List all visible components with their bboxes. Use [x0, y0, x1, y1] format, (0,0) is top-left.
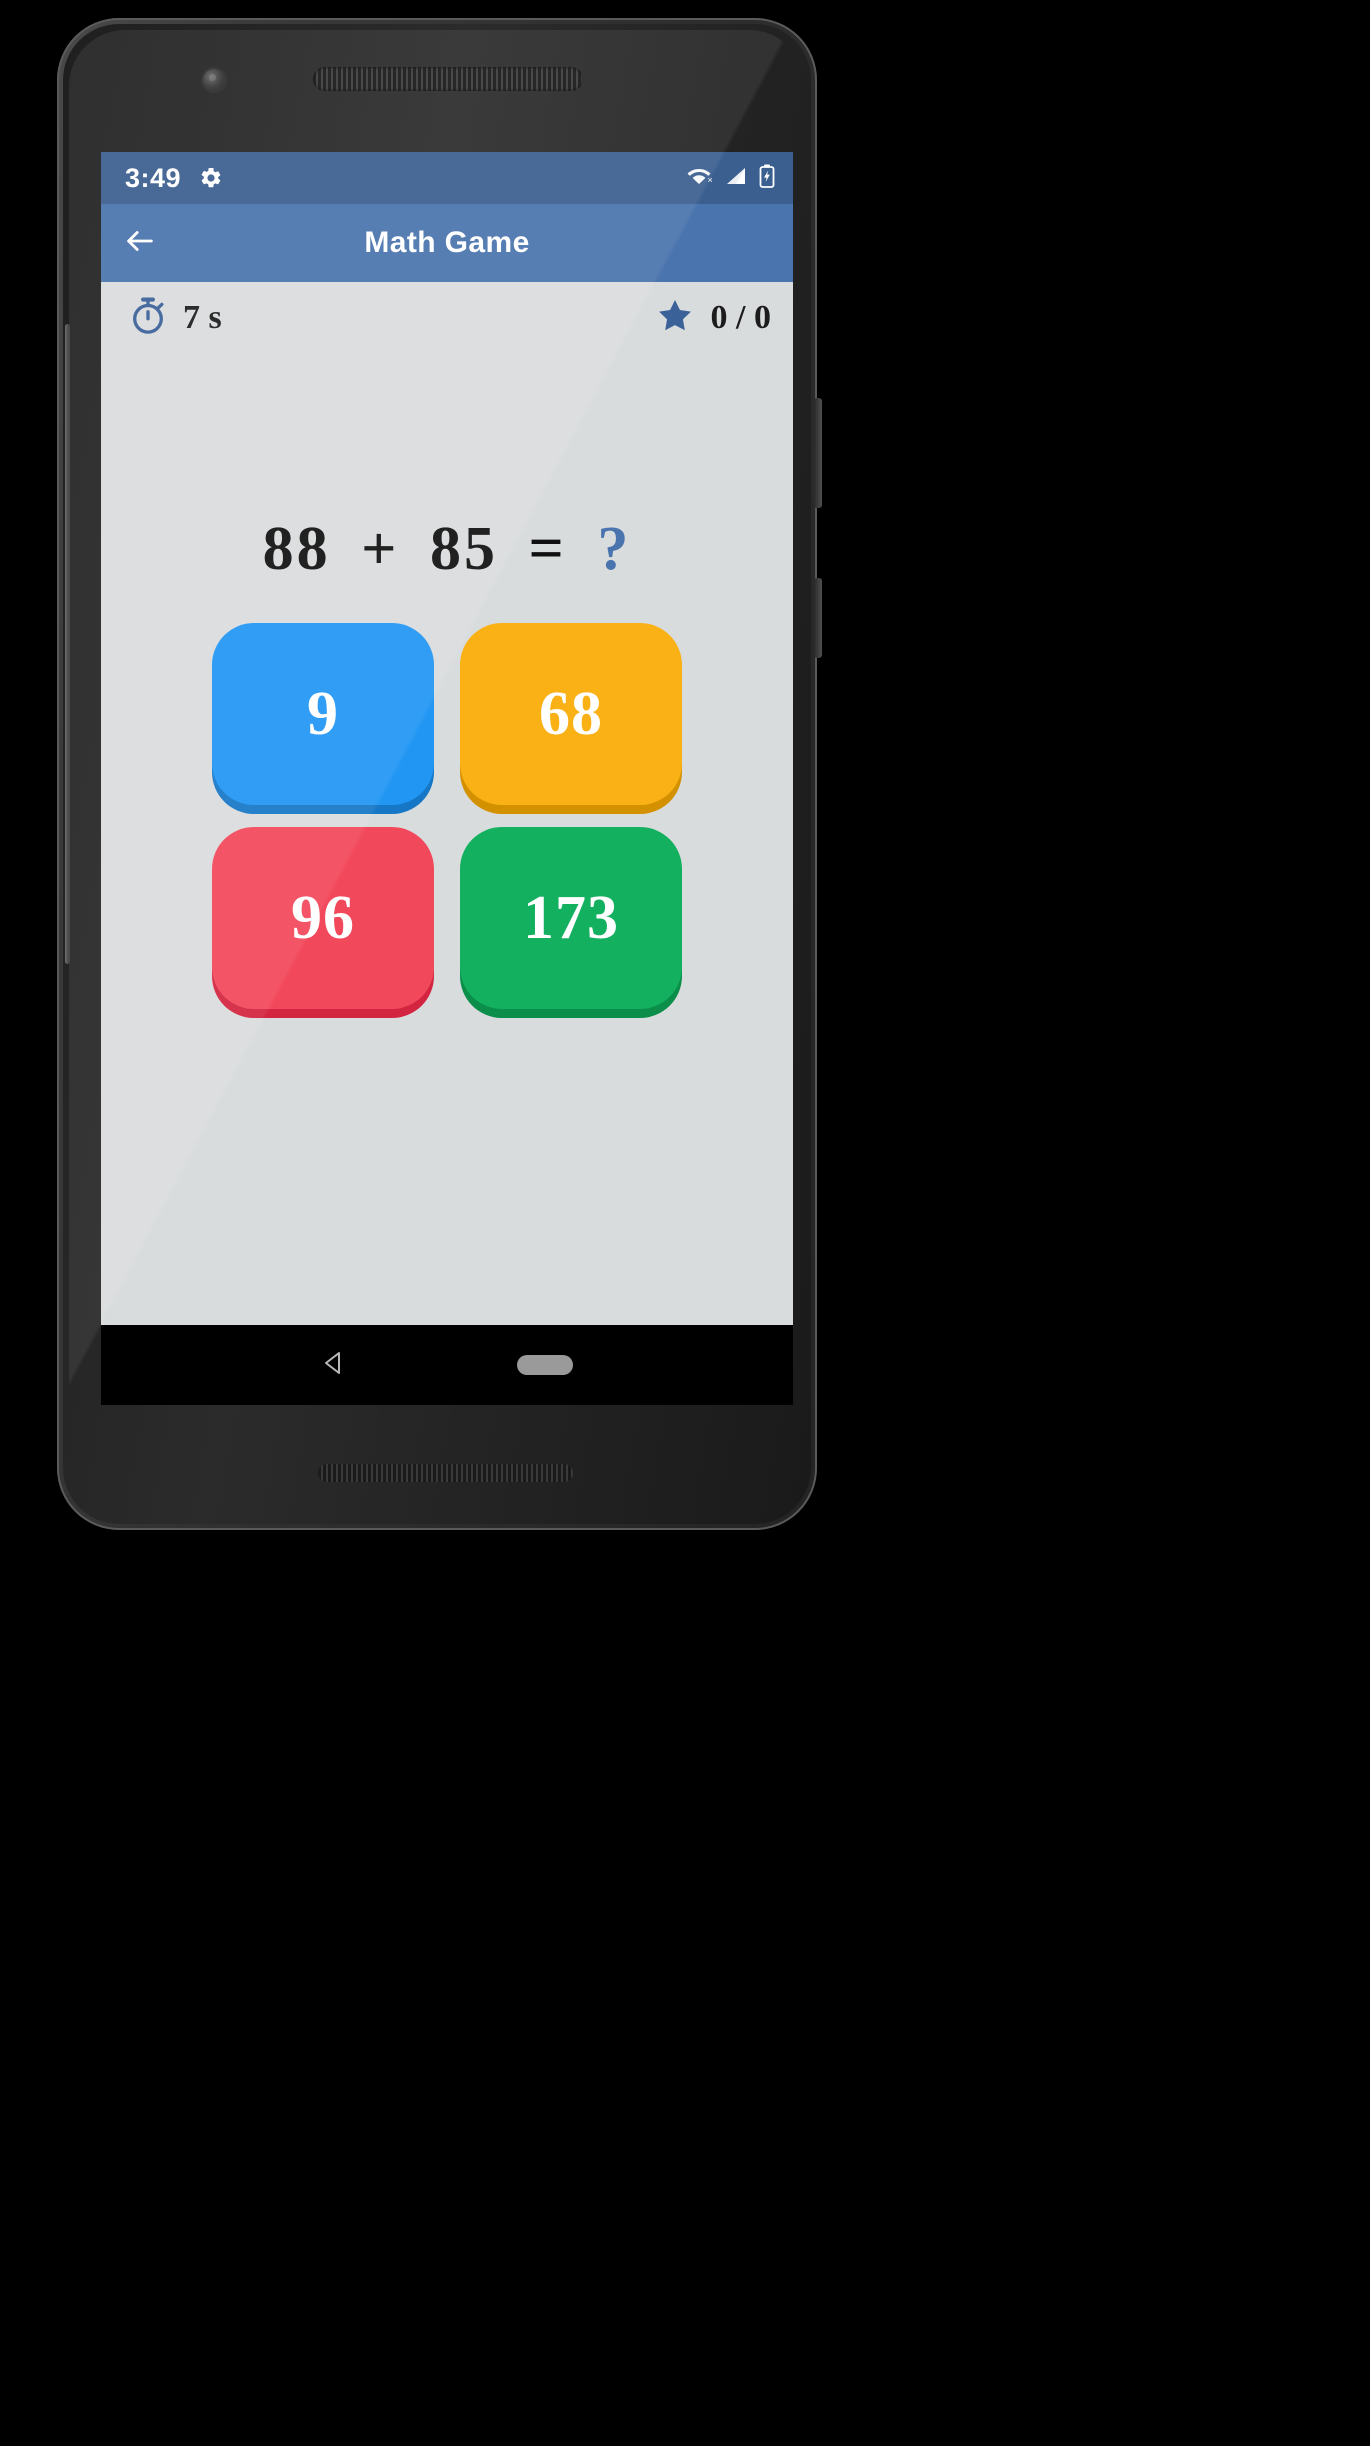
phone-body: 3:49 × Math Game 7 s 0 / 0 88 + 85 = ? 9…: [63, 24, 811, 1524]
timer-value: 7 s: [183, 299, 222, 336]
answer-tile-173[interactable]: 173: [460, 827, 682, 1009]
equation-operand-right: 85: [430, 515, 498, 583]
screenshot-root: 3:49 × Math Game 7 s 0 / 0 88 + 85 = ? 9…: [0, 0, 1370, 2446]
equation-unknown: ?: [597, 515, 632, 583]
status-bar-icons: ×: [687, 164, 775, 193]
game-area: 88 + 85 = ? 9 68 96 173: [101, 354, 793, 1405]
gear-icon: [199, 166, 223, 190]
phone-device: 3:49 × Math Game 7 s 0 / 0 88 + 85 = ? 9…: [57, 18, 822, 1530]
page-title: Math Game: [364, 226, 530, 259]
game-hud: 7 s 0 / 0: [101, 282, 793, 354]
front-camera-icon: [203, 69, 225, 91]
answer-tile-96[interactable]: 96: [212, 827, 434, 1009]
back-button[interactable]: [101, 204, 179, 282]
earpiece-speaker-icon: [313, 67, 583, 91]
score-group: 0 / 0: [655, 296, 771, 341]
stopwatch-icon: [127, 295, 169, 342]
side-rail: [65, 324, 70, 964]
equation-operand-left: 88: [262, 515, 331, 583]
answer-tile-9[interactable]: 9: [212, 623, 434, 805]
nav-back-triangle-icon[interactable]: [321, 1349, 347, 1382]
cellular-signal-icon: [724, 166, 748, 191]
svg-text:×: ×: [708, 175, 713, 185]
back-arrow-icon: [123, 224, 157, 263]
power-button[interactable]: [814, 398, 822, 508]
equation-equals-sign: =: [528, 515, 567, 583]
answer-tile-68[interactable]: 68: [460, 623, 682, 805]
phone-screen: 3:49 × Math Game 7 s 0 / 0 88 + 85 = ? 9…: [101, 152, 793, 1405]
volume-button[interactable]: [814, 578, 822, 658]
system-nav-bar: [101, 1325, 793, 1405]
star-icon: [655, 296, 695, 341]
status-bar: 3:49 ×: [101, 152, 793, 204]
score-value: 0 / 0: [710, 299, 771, 336]
bottom-speaker-icon: [318, 1464, 573, 1482]
equation-display: 88 + 85 = ?: [101, 354, 793, 585]
wifi-off-icon: ×: [687, 166, 713, 191]
timer-group: 7 s: [127, 295, 222, 342]
battery-charging-icon: [759, 164, 775, 193]
app-bar: Math Game: [101, 204, 793, 282]
nav-home-pill-icon[interactable]: [517, 1355, 573, 1375]
answer-grid: 9 68 96 173: [212, 623, 682, 1009]
equation-operator: +: [361, 515, 400, 583]
status-bar-clock: 3:49: [125, 162, 182, 193]
